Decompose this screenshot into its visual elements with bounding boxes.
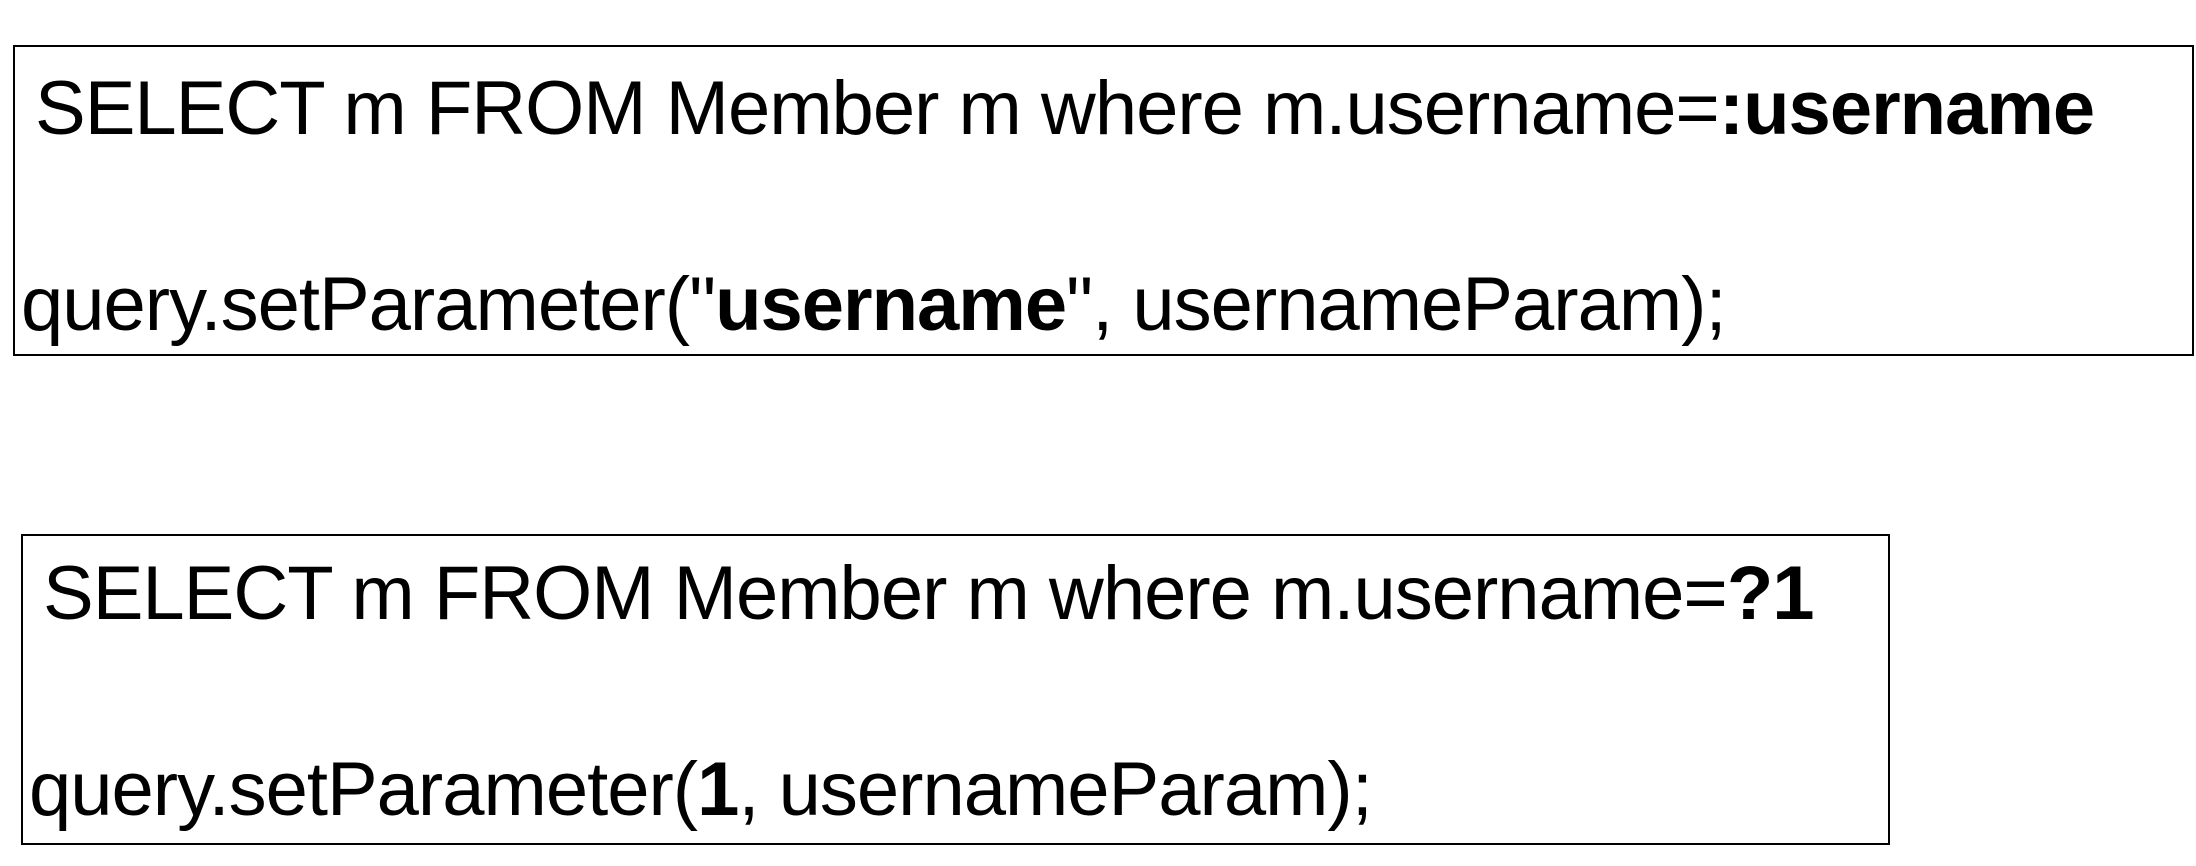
named-parameter-query-line: SELECT m FROM Member m where m.username=… <box>35 71 2095 147</box>
positional-parameter-token: ?1 <box>1726 551 1815 636</box>
query-text: SELECT m FROM Member m where m.username= <box>43 551 1728 636</box>
positional-set-parameter-line: query.setParameter(1, usernameParam); <box>29 752 1373 828</box>
set-parameter-prefix: query.setParameter( <box>29 747 698 832</box>
positional-parameter-query-line: SELECT m FROM Member m where m.username=… <box>43 556 1815 632</box>
query-text: SELECT m FROM Member m where m.username= <box>35 66 1720 151</box>
named-set-parameter-line: query.setParameter("username", usernameP… <box>21 267 1727 343</box>
set-parameter-suffix: ", usernameParam); <box>1066 262 1726 347</box>
set-parameter-suffix: , usernameParam); <box>738 747 1372 832</box>
named-parameter-token: :username <box>1718 66 2095 151</box>
named-parameter-box: SELECT m FROM Member m where m.username=… <box>13 45 2194 356</box>
set-parameter-prefix: query.setParameter(" <box>21 262 716 347</box>
positional-parameter-box: SELECT m FROM Member m where m.username=… <box>21 534 1890 845</box>
named-parameter-name: username <box>715 262 1067 347</box>
positional-parameter-index: 1 <box>697 747 739 832</box>
